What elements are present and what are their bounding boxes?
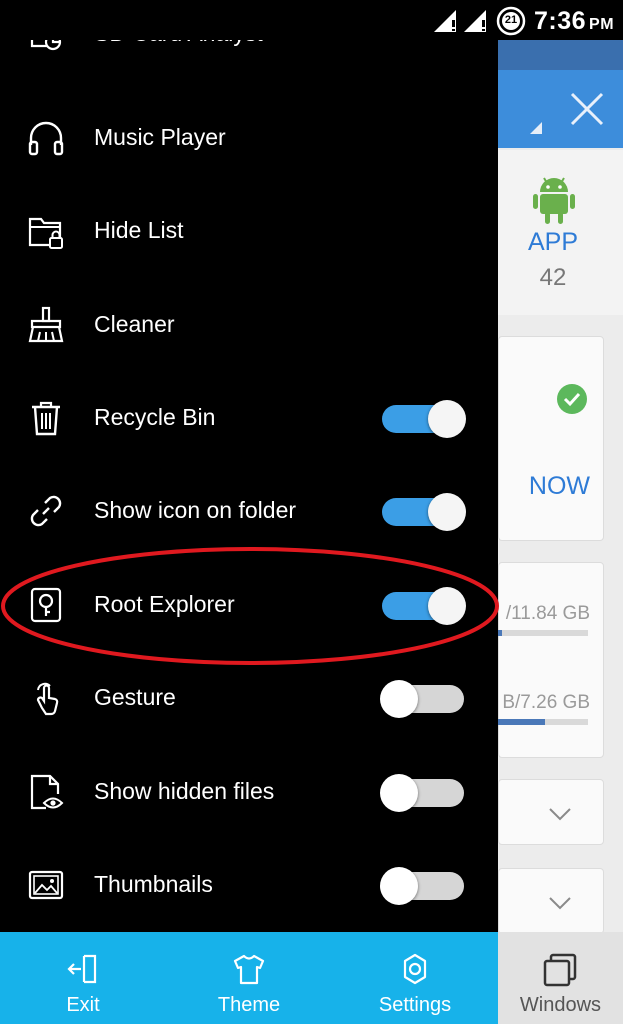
- exit-button[interactable]: Exit: [0, 932, 166, 1024]
- show-icon-on-folder-toggle[interactable]: [380, 493, 466, 531]
- recycle-bin-toggle[interactable]: [380, 400, 466, 438]
- settings-label: Settings: [378, 994, 452, 1016]
- signal-icon: [432, 8, 458, 34]
- hidden-file-eye-icon: [26, 772, 66, 812]
- show-hidden-files-toggle[interactable]: [380, 774, 466, 812]
- theme-button[interactable]: Theme: [166, 932, 332, 1024]
- drawer-item-gesture[interactable]: Gesture: [0, 651, 498, 744]
- settings-button[interactable]: Settings: [332, 932, 498, 1024]
- exit-icon: [66, 952, 100, 986]
- notification-badge-count: 21: [504, 14, 518, 26]
- drawer-item-label: Gesture: [94, 684, 176, 710]
- locked-folder-icon: [26, 211, 66, 251]
- background-top-strip: [498, 40, 623, 70]
- windows-icon: [543, 953, 577, 987]
- clock-ampm: PM: [589, 16, 615, 33]
- close-icon[interactable]: [566, 88, 608, 130]
- root-icon: [26, 585, 66, 625]
- drawer-item-label: Cleaner: [94, 311, 175, 337]
- storage-internal-bar: [498, 630, 588, 636]
- windows-label: Windows: [519, 994, 602, 1016]
- gesture-hand-icon: [26, 678, 66, 718]
- storage-sd-bar: [498, 719, 588, 725]
- drawer-item-label: Show icon on folder: [94, 497, 297, 523]
- theme-label: Theme: [217, 994, 281, 1016]
- drawer-item-show-icon-on-folder[interactable]: Show icon on folder: [0, 464, 498, 557]
- drawer-item-show-hidden-files[interactable]: Show hidden files: [0, 745, 498, 838]
- drawer-item-label: Show hidden files: [94, 778, 275, 804]
- drawer-item-hide-list[interactable]: Hide List: [0, 184, 498, 277]
- navigation-drawer: SD Card Analyst Music Player Hide List C…: [0, 0, 498, 932]
- drawer-item-label: Thumbnails: [94, 871, 213, 897]
- storage-sd-size: B/7.26 GB: [502, 692, 590, 713]
- exit-label: Exit: [66, 994, 100, 1016]
- tshirt-icon: [232, 952, 266, 986]
- gear-icon: [398, 952, 432, 986]
- chevron-down-icon: [548, 896, 572, 910]
- now-button[interactable]: NOW: [498, 472, 602, 501]
- signal-icon: [462, 8, 488, 34]
- drawer-item-recycle-bin[interactable]: Recycle Bin: [0, 371, 498, 464]
- thumbnails-toggle[interactable]: [380, 867, 466, 905]
- drawer-item-music-player[interactable]: Music Player: [0, 91, 498, 184]
- storage-card[interactable]: [498, 562, 604, 758]
- drawer-item-label: Root Explorer: [94, 591, 235, 617]
- drawer-item-root-explorer[interactable]: Root Explorer: [0, 558, 498, 651]
- headphones-icon: [26, 118, 66, 158]
- clock-time: 7:36: [534, 7, 587, 35]
- status-bar: 21 7:36 PM: [0, 0, 623, 40]
- analyze-card[interactable]: [498, 336, 604, 541]
- clock: 7:36 PM: [534, 7, 614, 36]
- link-icon: [26, 491, 66, 531]
- dropdown-triangle-icon: [530, 122, 542, 134]
- root-explorer-toggle[interactable]: [380, 587, 466, 625]
- drawer-item-cleaner[interactable]: Cleaner: [0, 278, 498, 371]
- chevron-down-icon: [548, 807, 572, 821]
- drawer-item-label: Music Player: [94, 124, 226, 150]
- gesture-toggle[interactable]: [380, 680, 466, 718]
- broom-icon: [26, 305, 66, 345]
- android-icon: [532, 172, 576, 226]
- check-circle-icon: [556, 383, 588, 415]
- drawer-item-label: Hide List: [94, 217, 184, 243]
- app-label: APP: [527, 228, 579, 256]
- app-count: 42: [539, 264, 567, 291]
- drawer-item-thumbnails[interactable]: Thumbnails: [0, 838, 498, 931]
- drawer-bottom-bar: Exit Theme Settings: [0, 932, 498, 1024]
- trash-icon: [26, 398, 66, 438]
- drawer-item-label: Recycle Bin: [94, 404, 216, 430]
- storage-internal-size: /11.84 GB: [505, 603, 590, 624]
- image-icon: [26, 865, 66, 905]
